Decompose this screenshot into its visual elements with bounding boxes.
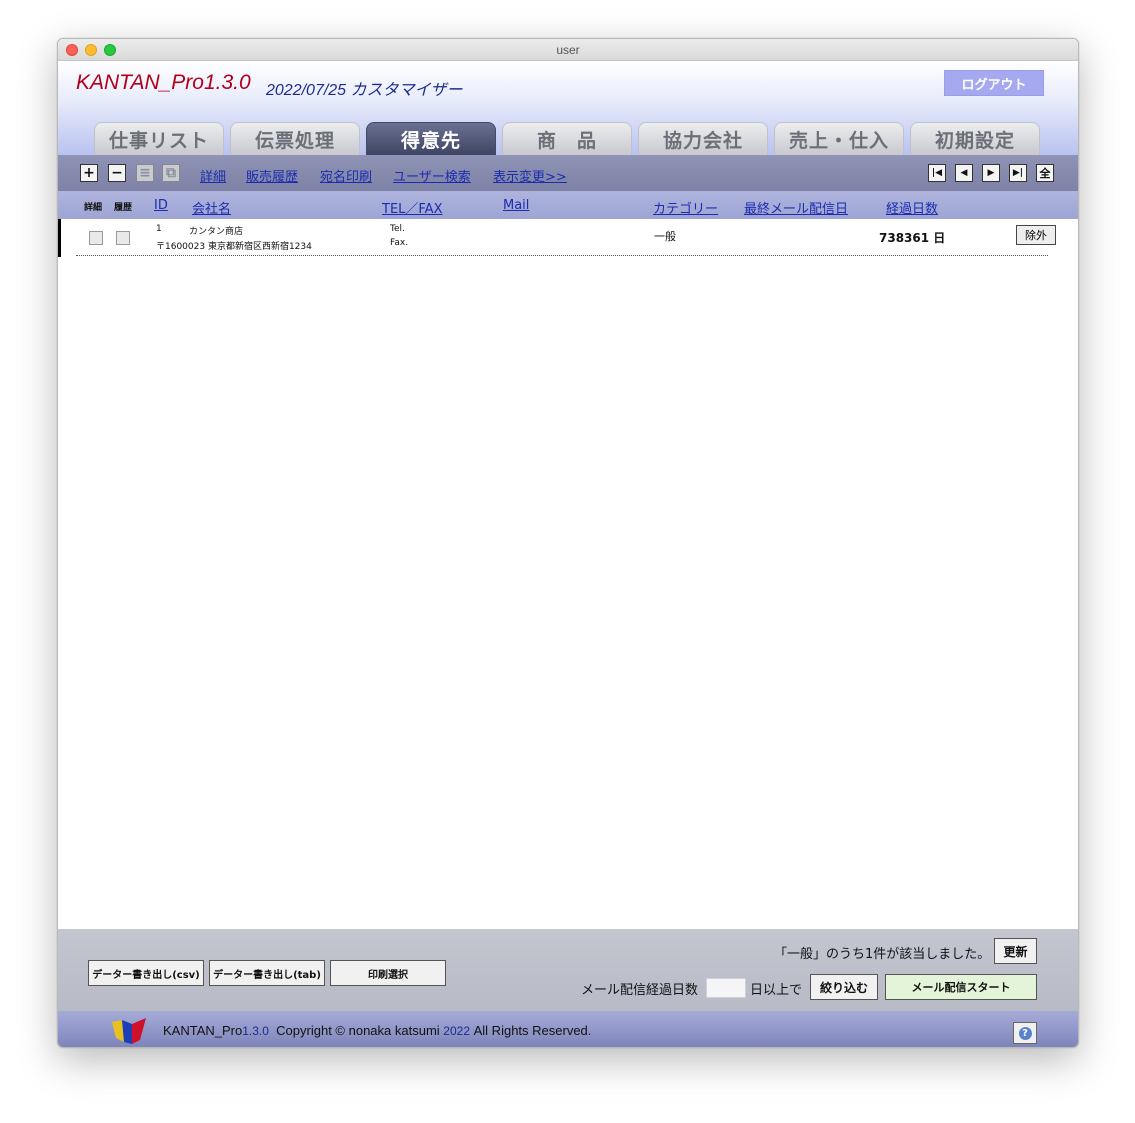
tab-partners[interactable]: 協力会社 [638, 122, 768, 156]
help-icon: ? [1018, 1026, 1032, 1040]
col-telfax[interactable]: TEL／FAX [382, 198, 442, 217]
col-detail: 詳細 [84, 203, 103, 213]
tab-products[interactable]: 商 品 [502, 122, 632, 156]
copyright-text: KANTAN_Pro1.3.0 Copyright © nonaka katsu… [163, 1023, 592, 1038]
row-category: 一般 [654, 230, 676, 243]
prev-record-button[interactable]: ◀ [955, 164, 973, 182]
mail-days-label: メール配信経過日数 [581, 983, 699, 998]
col-company[interactable]: 会社名 [192, 198, 231, 217]
exclude-button[interactable]: 除外 [1016, 225, 1056, 245]
footer-controls: データー書き出し(csv) データー書き出し(tab) 印刷選択 「一般」のうち… [58, 929, 1078, 1011]
col-id[interactable]: ID [154, 198, 168, 213]
column-header: 詳細 履歴 ID 会社名 TEL／FAX Mail カテゴリー 最終メール配信日… [58, 191, 1078, 219]
show-all-button[interactable]: 全 [1036, 164, 1054, 182]
delete-record-button[interactable]: − [108, 164, 126, 182]
user-search-link[interactable]: ユーザー検索 [393, 166, 471, 185]
row-marker [58, 219, 61, 257]
mail-start-button[interactable]: メール配信スタート [885, 974, 1037, 1000]
last-record-button[interactable]: ▶| [1009, 164, 1027, 182]
tab-slips[interactable]: 伝票処理 [230, 122, 360, 156]
export-tab-button[interactable]: データー書き出し(tab) [209, 960, 325, 986]
copyright-bar: KANTAN_Pro1.3.0 Copyright © nonaka katsu… [58, 1011, 1078, 1047]
export-csv-button[interactable]: データー書き出し(csv) [88, 960, 204, 986]
col-history: 履歴 [114, 203, 133, 213]
app-header: KANTAN_Pro1.3.0 2022/07/25 カスタマイザー ログアウト… [58, 61, 1078, 156]
result-text: 「一般」のうち1件が該当しました。 [774, 947, 991, 962]
app-date: 2022/07/25 カスタマイザー [266, 82, 463, 99]
detail-icon[interactable] [89, 231, 103, 245]
app-window: user KANTAN_Pro1.3.0 2022/07/25 カスタマイザー … [57, 38, 1079, 1048]
days-input[interactable] [706, 978, 746, 998]
tab-sales-purchases[interactable]: 売上・仕入 [774, 122, 904, 156]
title-bar: user [58, 39, 1078, 61]
history-icon[interactable] [116, 231, 130, 245]
detail-link[interactable]: 詳細 [200, 166, 226, 185]
toolbar: + − ≡ ⧉ 詳細 販売履歴 宛名印刷 ユーザー検索 表示変更>> |◀ ◀ … [58, 155, 1078, 191]
tab-customers[interactable]: 得意先 [366, 122, 496, 156]
row-address: 〒1600023 東京都新宿区西新宿1234 [156, 242, 312, 252]
col-last-mail[interactable]: 最終メール配信日 [744, 198, 848, 217]
filter-button[interactable]: 絞り込む [810, 974, 878, 1000]
list-view-icon[interactable]: ≡ [136, 164, 154, 182]
duplicate-icon[interactable]: ⧉ [162, 164, 180, 182]
col-category[interactable]: カテゴリー [653, 198, 718, 217]
table-row[interactable]: 1 カンタン商店 〒1600023 東京都新宿区西新宿1234 Tel. Fax… [58, 219, 1078, 257]
logout-button[interactable]: ログアウト [944, 70, 1044, 96]
row-company: カンタン商店 [189, 227, 244, 237]
display-change-link[interactable]: 表示変更>> [493, 166, 567, 185]
col-mail[interactable]: Mail [503, 198, 529, 213]
print-select-button[interactable]: 印刷選択 [330, 960, 446, 986]
tab-job-list[interactable]: 仕事リスト [94, 122, 224, 156]
next-record-button[interactable]: ▶ [982, 164, 1000, 182]
first-record-button[interactable]: |◀ [928, 164, 946, 182]
row-id: 1 [156, 224, 162, 234]
col-days[interactable]: 経過日数 [886, 198, 938, 217]
row-days: 738361 日 [879, 231, 946, 245]
tab-initial-settings[interactable]: 初期設定 [910, 122, 1040, 156]
app-title: KANTAN_Pro1.3.0 [76, 71, 251, 94]
address-print-link[interactable]: 宛名印刷 [320, 166, 372, 185]
window-title: user [556, 43, 580, 57]
add-record-button[interactable]: + [80, 164, 98, 182]
sales-history-link[interactable]: 販売履歴 [246, 166, 298, 185]
row-fax: Fax. [390, 238, 409, 248]
days-suffix: 日以上で [750, 983, 803, 998]
row-divider [76, 255, 1048, 256]
help-button[interactable]: ? [1013, 1022, 1037, 1044]
row-tel: Tel. [390, 224, 405, 234]
app-logo-icon [112, 1018, 146, 1044]
refresh-button[interactable]: 更新 [994, 938, 1037, 964]
